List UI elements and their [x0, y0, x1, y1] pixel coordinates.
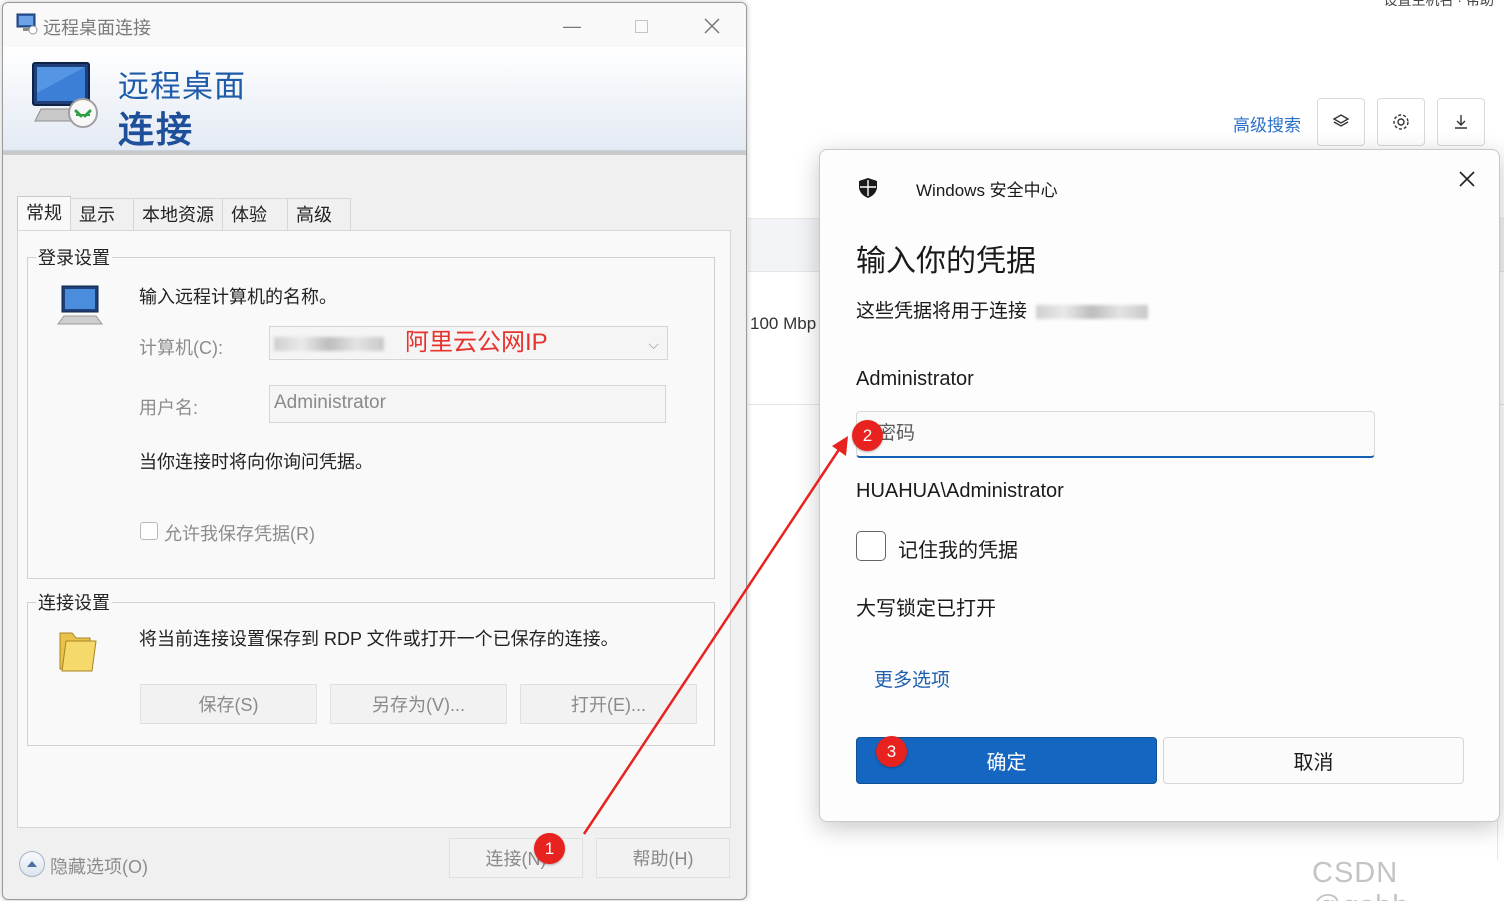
- close-button[interactable]: [692, 11, 732, 41]
- credential-username: Administrator: [856, 368, 974, 390]
- computer-icon: [57, 285, 103, 325]
- gear-icon: [1393, 114, 1409, 130]
- login-settings-group: 登录设置 输入远程计算机的名称。 计算机(C): ⌵ 阿里云公网IP 用户名: …: [27, 244, 715, 579]
- shield-icon: [859, 178, 877, 198]
- rdp-window: 远程桌面连接 — 远程桌面 连接 常规 显示 本地资源 体验 高级 登录设置 输…: [2, 2, 747, 900]
- open-button[interactable]: 打开(E)...: [520, 684, 697, 724]
- dialog-heading: 输入你的凭据: [856, 245, 1036, 278]
- connection-settings-legend: 连接设置: [36, 589, 112, 615]
- windows-security-dialog: Windows 安全中心 输入你的凭据 这些凭据将用于连接 Administra…: [819, 149, 1500, 822]
- rdp-app-icon: [16, 13, 38, 35]
- tab-bar: 常规 显示 本地资源 体验 高级: [17, 196, 351, 230]
- computer-label: 计算机(C):: [139, 338, 223, 358]
- hide-options-label[interactable]: 隐藏选项(O): [50, 853, 148, 879]
- redacted-host: [1036, 304, 1149, 319]
- dialog-subtitle-text: 这些凭据将用于连接: [856, 301, 1028, 322]
- minimize-button[interactable]: —: [552, 11, 592, 41]
- banner-separator: [3, 151, 746, 155]
- save-as-button[interactable]: 另存为(V)...: [330, 684, 507, 724]
- public-ip-annotation: 阿里云公网IP: [405, 329, 548, 356]
- settings-button[interactable]: [1377, 98, 1425, 146]
- save-button[interactable]: 保存(S): [140, 684, 317, 724]
- banner-title-line2: 连接: [118, 109, 195, 150]
- domain-username: HUAHUA\Administrator: [856, 480, 1064, 502]
- download-button[interactable]: [1437, 98, 1485, 146]
- maximize-icon: [634, 19, 648, 33]
- tab-local-resources[interactable]: 本地资源: [133, 198, 223, 230]
- username-field[interactable]: Administrator: [269, 385, 666, 423]
- minimize-icon: —: [563, 15, 581, 36]
- rdp-monitor-logo-icon: [32, 62, 98, 128]
- remember-credentials-label[interactable]: 记住我的凭据: [898, 534, 1018, 563]
- advanced-search-link[interactable]: 高级搜索: [1233, 111, 1301, 136]
- login-settings-legend: 登录设置: [36, 244, 112, 270]
- remember-credentials-checkbox[interactable]: [856, 531, 886, 561]
- chevron-down-icon: ⌵: [648, 336, 659, 352]
- step-badge-3: 3: [876, 736, 907, 767]
- maximize-button[interactable]: [621, 11, 661, 41]
- more-options-link[interactable]: 更多选项: [874, 665, 950, 692]
- rdp-banner: 远程桌面 连接: [3, 47, 746, 151]
- caps-lock-warning: 大写锁定已打开: [856, 598, 996, 620]
- allow-save-label: 允许我保存凭据(R): [164, 524, 315, 544]
- username-label: 用户名:: [139, 398, 199, 418]
- step-badge-1: 1: [534, 833, 565, 864]
- hide-options-toggle[interactable]: [19, 851, 45, 877]
- dialog-close-button[interactable]: [1450, 162, 1484, 196]
- help-button[interactable]: 帮助(H): [596, 838, 730, 878]
- tab-display[interactable]: 显示: [70, 198, 134, 230]
- rdp-titlebar[interactable]: 远程桌面连接 —: [3, 3, 746, 47]
- allow-save-checkbox[interactable]: [140, 522, 158, 540]
- login-prompt: 输入远程计算机的名称。: [139, 287, 337, 307]
- cancel-button[interactable]: 取消: [1163, 737, 1464, 784]
- redacted-ip: [274, 336, 384, 351]
- bg-top-right-text: 设置主机名 · 帮助: [1383, 0, 1494, 8]
- security-app-name: Windows 安全中心: [916, 181, 1058, 200]
- layers-button[interactable]: [1317, 98, 1365, 146]
- close-icon: [1459, 171, 1475, 187]
- connection-settings-group: 连接设置 将当前连接设置保存到 RDP 文件或打开一个已保存的连接。 保存(S)…: [27, 589, 715, 746]
- folder-icon: [59, 632, 97, 672]
- connection-description: 将当前连接设置保存到 RDP 文件或打开一个已保存的连接。: [139, 629, 619, 649]
- step-badge-2: 2: [852, 420, 883, 451]
- banner-title-line1: 远程桌面: [118, 69, 246, 104]
- csdn-watermark: CSDN @gshh_: [1312, 857, 1425, 901]
- dialog-subtitle: 这些凭据将用于连接: [856, 296, 1149, 323]
- ask-credentials-text: 当你连接时将向你询问凭据。: [139, 452, 373, 472]
- bg-speed-text: 100 Mbp: [750, 314, 817, 333]
- rdp-window-title: 远程桌面连接: [43, 18, 151, 38]
- chevron-up-icon: [27, 861, 37, 867]
- tab-advanced[interactable]: 高级: [287, 198, 351, 230]
- general-tab-panel: 登录设置 输入远程计算机的名称。 计算机(C): ⌵ 阿里云公网IP 用户名: …: [17, 230, 731, 828]
- tab-experience[interactable]: 体验: [222, 198, 288, 230]
- close-icon: [704, 18, 720, 34]
- layers-icon: [1332, 114, 1350, 127]
- download-icon: [1455, 115, 1467, 129]
- tab-general[interactable]: 常规: [17, 196, 71, 230]
- password-input[interactable]: [856, 411, 1375, 458]
